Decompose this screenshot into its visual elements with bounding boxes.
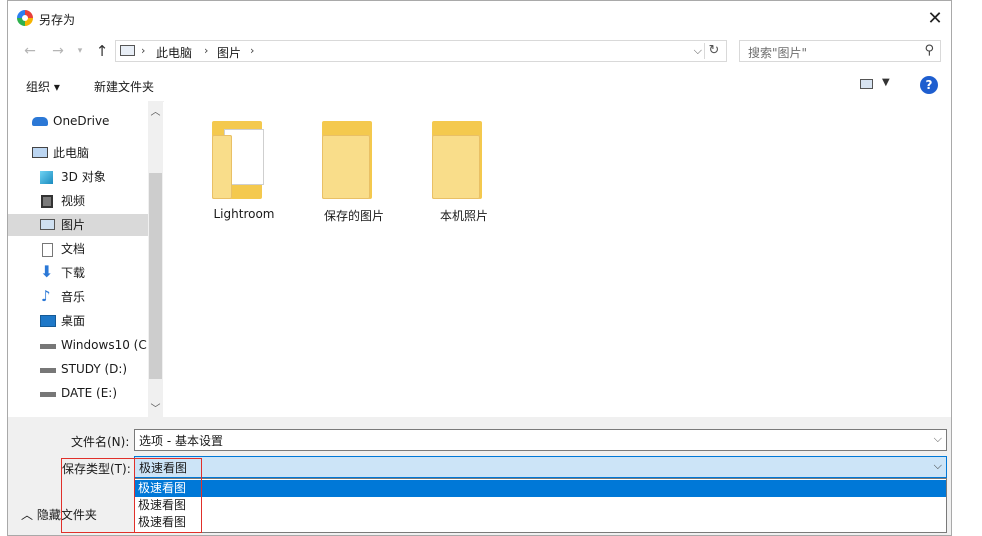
organize-button[interactable]: 组织 ▾: [26, 78, 60, 95]
view-dropdown-icon[interactable]: ▼: [882, 77, 890, 88]
close-icon[interactable]: ✕: [921, 5, 949, 33]
navigation-pane: OneDrive 此电脑 3D 对象 视频 图片 文档 ⬇ 下载 ♪ 音乐 桌面…: [8, 101, 163, 417]
drive-icon: [40, 344, 56, 349]
window-title: 另存为: [39, 13, 76, 27]
desktop-icon: [40, 315, 56, 327]
new-folder-button[interactable]: 新建文件夹: [94, 78, 154, 95]
file-type-option[interactable]: 极速看图: [135, 514, 946, 531]
sidebar-item-this-pc[interactable]: 此电脑: [8, 142, 148, 164]
sidebar-item-videos[interactable]: 视频: [8, 190, 148, 212]
computer-icon: [120, 45, 135, 56]
file-type-dropdown: 极速看图 极速看图 极速看图: [134, 478, 947, 533]
sidebar-item-desktop[interactable]: 桌面: [8, 310, 148, 332]
document-icon: [42, 243, 53, 257]
sidebar-item-drive-d[interactable]: STUDY (D:): [8, 358, 148, 380]
sidebar-item-pictures[interactable]: 图片: [8, 214, 148, 236]
folder-item[interactable]: 本机照片: [394, 117, 494, 227]
sidebar-scrollbar[interactable]: ︿ ﹀: [148, 101, 163, 417]
scroll-down-icon[interactable]: ﹀: [148, 400, 163, 415]
picture-icon: [40, 219, 55, 230]
search-input[interactable]: 搜索"图片" ⚲: [739, 40, 941, 62]
file-list: Lightroom 保存的图片 本机照片: [164, 101, 951, 417]
film-icon: [41, 195, 53, 208]
scroll-up-icon[interactable]: ︿: [148, 103, 163, 118]
chevron-down-icon[interactable]: ⌵: [934, 432, 942, 446]
toolbar: 组织 ▾ 新建文件夹 ▼ ?: [8, 71, 951, 102]
file-type-select[interactable]: 极速看图 ⌵: [134, 456, 947, 478]
up-arrow-icon[interactable]: ↑: [92, 41, 112, 61]
chevron-right-icon[interactable]: ›: [250, 44, 254, 57]
back-arrow-icon[interactable]: ←: [20, 41, 40, 61]
chevron-right-icon[interactable]: ›: [204, 44, 208, 57]
save-as-dialog: 另存为 ✕ ← → ▾ ↑ › 此电脑 › 图片 › ⌵ ↻ 搜索"图片" ⚲ …: [7, 0, 952, 536]
computer-icon: [32, 147, 48, 158]
view-mode-icon[interactable]: [860, 79, 873, 89]
folder-front: [322, 135, 370, 199]
drive-icon: [40, 392, 56, 397]
sidebar-item-documents[interactable]: 文档: [8, 238, 148, 260]
chevron-up-icon: ︿: [21, 508, 34, 522]
chevron-right-icon[interactable]: ›: [141, 44, 145, 57]
forward-arrow-icon[interactable]: →: [48, 41, 68, 61]
address-bar[interactable]: › 此电脑 › 图片 › ⌵ ↻: [115, 40, 727, 62]
sidebar-item-drive-e[interactable]: DATE (E:): [8, 382, 148, 404]
folder-front: [212, 135, 232, 199]
drive-icon: [40, 368, 56, 373]
sidebar-item-downloads[interactable]: ⬇ 下载: [8, 262, 148, 284]
chevron-down-icon[interactable]: ⌵: [934, 459, 942, 473]
filename-value: 选项 - 基本设置: [139, 434, 223, 448]
address-row: ← → ▾ ↑ › 此电脑 › 图片 › ⌵ ↻ 搜索"图片" ⚲: [8, 37, 951, 67]
folder-item[interactable]: Lightroom: [174, 117, 275, 227]
highlight-box: [134, 458, 202, 533]
filename-input[interactable]: 选项 - 基本设置 ⌵: [134, 429, 947, 451]
folder-item[interactable]: 保存的图片: [284, 117, 384, 227]
title-bar: 另存为 ✕: [8, 1, 951, 37]
download-icon: ⬇: [40, 262, 54, 281]
breadcrumb-pictures[interactable]: 图片: [217, 44, 241, 61]
sidebar-item-drive-c[interactable]: Windows10 (C:: [8, 334, 148, 356]
folder-front: [432, 135, 480, 199]
filename-label: 文件名(N):: [71, 435, 130, 449]
chevron-down-icon[interactable]: ⌵: [694, 44, 702, 58]
sidebar-item-onedrive[interactable]: OneDrive: [8, 110, 148, 132]
music-icon: ♪: [41, 287, 51, 305]
refresh-icon[interactable]: ↻: [704, 43, 723, 59]
cloud-icon: [32, 117, 48, 126]
sidebar-item-3d-objects[interactable]: 3D 对象: [8, 166, 148, 188]
file-type-option[interactable]: 极速看图: [135, 497, 946, 514]
sidebar-item-music[interactable]: ♪ 音乐: [8, 286, 148, 308]
breadcrumb-this-pc[interactable]: 此电脑: [156, 44, 192, 61]
help-icon[interactable]: ?: [920, 76, 938, 94]
scrollbar-thumb[interactable]: [149, 173, 162, 379]
recent-dropdown-icon[interactable]: ▾: [70, 41, 90, 61]
app-icon: [17, 10, 33, 26]
search-placeholder: 搜索"图片": [748, 46, 808, 60]
search-icon[interactable]: ⚲: [924, 43, 934, 58]
file-type-option[interactable]: 极速看图: [135, 480, 946, 497]
cube-icon: [40, 171, 53, 184]
